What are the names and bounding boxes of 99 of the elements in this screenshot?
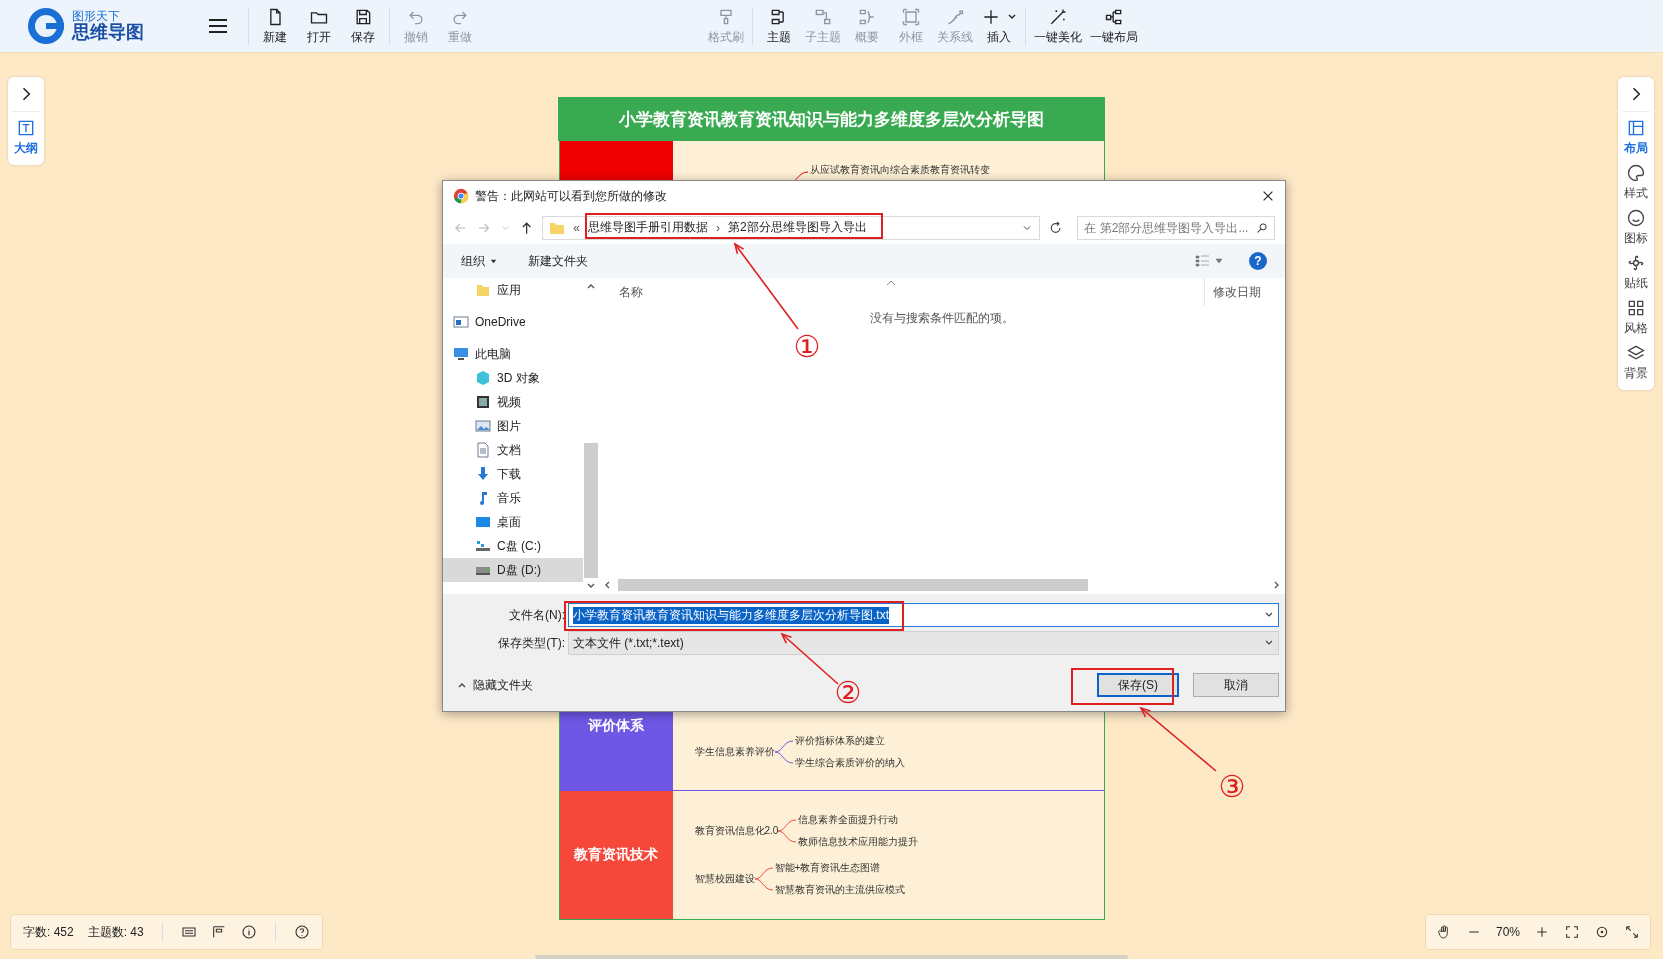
app-name: 思维导图	[72, 22, 144, 42]
document-icon	[475, 442, 491, 458]
subtopic-node[interactable]: 评价指标体系的建立	[794, 730, 905, 752]
field-label: 保存类型(T):	[497, 634, 566, 652]
nav-item[interactable]: 3D 对象	[443, 366, 583, 390]
step-number: ①	[793, 329, 821, 364]
step-number: ②	[834, 675, 862, 710]
subtopic-node[interactable]: 智慧教育资讯的主流供应模式	[774, 879, 905, 901]
monitor-icon	[453, 346, 469, 362]
scrollbar-thumb[interactable]	[618, 579, 1088, 591]
subtopic-node[interactable]: 学生综合素质评价的纳入	[794, 752, 905, 774]
layout-icon	[1626, 118, 1646, 138]
palette-icon	[1626, 163, 1646, 183]
dialog-button[interactable]: 取消	[1193, 673, 1279, 697]
target-icon[interactable]	[1594, 924, 1610, 940]
toolbar-button[interactable]: 主题	[761, 6, 797, 46]
path-crumb[interactable]: 第2部分思维导图导入导出	[728, 219, 867, 236]
command-button[interactable]: 新建文件夹	[528, 252, 588, 270]
image-icon	[475, 418, 491, 434]
dialog-button[interactable]: 保存(S)	[1097, 673, 1179, 697]
nav-item[interactable]: 桌面	[443, 510, 583, 534]
command-button[interactable]: 组织	[461, 252, 498, 270]
flower-icon	[1626, 253, 1646, 273]
subtopic-node[interactable]: 信息素养全面提升行动	[798, 809, 919, 831]
topic-node[interactable]: 教育资讯信息化2.0	[694, 824, 779, 838]
topic-node[interactable]: 学生信息素养评价	[694, 745, 775, 759]
column-header[interactable]: 修改日期	[1204, 278, 1285, 306]
logo-icon	[26, 6, 66, 46]
subtopic-node[interactable]: 从应试教育资讯向综合素质教育资讯转变	[809, 159, 990, 181]
toolbar-button[interactable]: 新建	[257, 6, 293, 46]
close-icon[interactable]	[1261, 189, 1275, 203]
column-header[interactable]: 名称	[619, 283, 643, 301]
connector-brace	[754, 867, 775, 891]
grid-icon	[1626, 298, 1646, 318]
nav-item[interactable]: 图片	[443, 414, 583, 438]
sort-icon	[886, 280, 896, 286]
zoom-level: 70%	[1495, 925, 1520, 939]
nav-item[interactable]: D盘 (D:)	[443, 558, 583, 582]
word-count: 字数: 452	[23, 923, 74, 941]
search-icon[interactable]	[1256, 221, 1268, 234]
smiley-icon	[1626, 208, 1646, 228]
file-name-field[interactable]: 小学教育资讯教育资讯知识与能力多维度多层次分析导图.txt	[568, 603, 1279, 627]
connector-brace	[774, 740, 795, 764]
connector-brace	[778, 819, 799, 843]
field-label: 文件名(N):	[508, 606, 566, 624]
subtopic-node[interactable]: 智能+教育资讯生态图谱	[774, 857, 905, 879]
nav-item[interactable]: OneDrive	[443, 310, 583, 334]
keyboard-icon[interactable]	[180, 924, 197, 940]
info-icon[interactable]	[240, 924, 257, 940]
zoom-in-icon[interactable]	[1534, 924, 1550, 940]
nav-item[interactable]: 下载	[443, 462, 583, 486]
file-type-dropdown[interactable]: 文本文件 (*.txt;*.text)	[568, 631, 1279, 655]
panel-tab[interactable]: 背景	[1624, 343, 1648, 382]
toolbar-button[interactable]: 插入	[981, 6, 1017, 46]
path-separator[interactable]: ›	[716, 220, 721, 235]
brand-tagline: 图形天下	[72, 10, 120, 23]
fullscreen-icon[interactable]	[1624, 924, 1640, 940]
layout-icon[interactable]	[210, 924, 227, 940]
step-number: ③	[1218, 769, 1246, 804]
frame-icon	[901, 6, 921, 27]
help-icon[interactable]	[293, 924, 310, 940]
fit-icon[interactable]	[1564, 924, 1580, 940]
drive-icon	[475, 538, 491, 554]
panel-tab[interactable]: 贴纸	[1624, 253, 1648, 292]
dialog-title: 警告：此网站可以看到您所做的修改	[475, 187, 668, 205]
download-icon	[475, 466, 491, 482]
topic-node[interactable]: 智慧校园建设	[694, 872, 755, 886]
folder-icon	[475, 282, 491, 298]
nav-item[interactable]: C盘 (C:)	[443, 534, 583, 558]
panel-tab[interactable]: 图标	[1624, 208, 1648, 247]
nav-item[interactable]: 应用	[443, 278, 583, 302]
path-overflow[interactable]: «	[573, 220, 581, 235]
nav-item[interactable]: 视频	[443, 390, 583, 414]
toolbar-button[interactable]: 一键布局	[1090, 6, 1138, 46]
empty-message: 没有与搜索条件匹配的项。	[869, 310, 1015, 327]
topic-count: 主题数: 43	[87, 923, 144, 941]
browser-icon	[453, 188, 469, 204]
desktop-icon	[475, 514, 491, 530]
toolbar-button[interactable]: 打开	[301, 6, 337, 46]
cloud-drive-icon	[453, 314, 469, 330]
cube-icon	[475, 370, 491, 386]
help-button[interactable]: ?	[1249, 252, 1267, 270]
address-bar[interactable]: « 思维导图手册引用数据 › 第2部分思维导图导入导出	[542, 215, 1041, 240]
panel-tab[interactable]: 样式	[1624, 163, 1648, 202]
film-icon	[475, 394, 491, 410]
nav-item[interactable]: 文档	[443, 438, 583, 462]
toolbar-button[interactable]: 一键美化	[1034, 6, 1082, 46]
path-crumb[interactable]: 思维导图手册引用数据	[588, 219, 709, 236]
search-field[interactable]: 在 第2部分思维导图导入导出...	[1077, 215, 1275, 240]
scrollbar-thumb[interactable]	[584, 443, 598, 578]
nav-item[interactable]: 此电脑	[443, 342, 583, 366]
text-box-icon	[16, 118, 36, 138]
subtopic-node[interactable]: 教师信息技术应用能力提升	[798, 831, 919, 853]
panel-tab[interactable]: 风格	[1624, 298, 1648, 337]
hide-folders-toggle[interactable]: 隐藏文件夹	[457, 676, 533, 694]
nav-item[interactable]: 音乐	[443, 486, 583, 510]
toolbar-button[interactable]: 保存	[345, 6, 381, 46]
category-cell[interactable]: 教育资讯技术	[559, 791, 673, 919]
panel-tab[interactable]: 布局	[1624, 118, 1648, 157]
